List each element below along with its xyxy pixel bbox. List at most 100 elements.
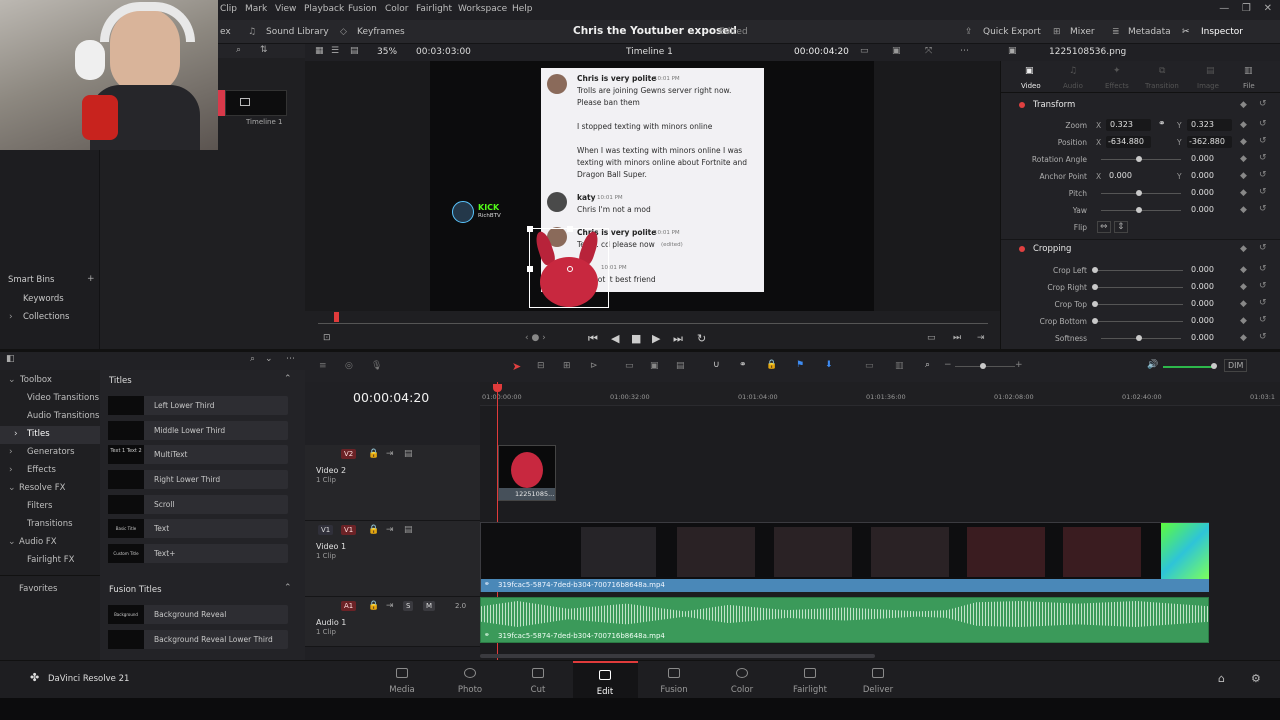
zoom-in-icon[interactable]: +	[1015, 360, 1023, 370]
lock-icon[interactable]: 🔒	[368, 525, 379, 535]
resize-handle[interactable]	[567, 226, 573, 232]
sort-icon[interactable]: ⇅	[260, 45, 268, 55]
v2-track-tag[interactable]: V2	[341, 449, 357, 459]
transitions-item[interactable]: Transitions	[27, 519, 73, 529]
a1-track-tag[interactable]: A1	[341, 601, 357, 611]
anchor-x-value[interactable]: 0.000	[1109, 171, 1132, 180]
softness-value[interactable]: 0.000	[1191, 333, 1214, 342]
reset-icon[interactable]: ↺	[1259, 136, 1267, 146]
blade-tool-icon[interactable]: ⊳	[590, 361, 598, 371]
audio-fx-item[interactable]: Audio FX	[19, 537, 57, 547]
last-frame-icon[interactable]: ⇥	[977, 333, 985, 343]
auto-select-icon[interactable]: ⇥	[386, 449, 394, 459]
crop-left-slider[interactable]	[1098, 270, 1183, 271]
menu-color[interactable]: Color	[385, 4, 409, 14]
collections-bin[interactable]: Collections	[23, 312, 69, 322]
trim-tool-icon[interactable]: ⊟	[537, 361, 545, 371]
more-options-icon[interactable]: ⋯	[960, 46, 969, 56]
overwrite-clip-icon[interactable]: ▣	[650, 361, 659, 371]
generators-item[interactable]: Generators	[27, 447, 75, 457]
window-controls[interactable]: — ❐ ✕	[1219, 3, 1272, 14]
linked-selection-icon[interactable]: ⚭	[739, 360, 747, 370]
keyframe-icon[interactable]: ◆	[1240, 244, 1247, 254]
keyframe-icon[interactable]: ◆	[1240, 265, 1247, 275]
selection-bounding-box[interactable]	[527, 226, 609, 308]
cropping-section-title[interactable]: Cropping	[1033, 244, 1071, 254]
play-icon[interactable]: ▶	[652, 332, 660, 345]
inspector-tab[interactable]: Inspector	[1201, 27, 1243, 37]
keyframe-icon[interactable]: ◆	[1240, 171, 1247, 181]
transform-overlay-icon[interactable]: ⤧	[925, 46, 932, 56]
filters-item[interactable]: Filters	[27, 501, 52, 511]
title-item[interactable]: Scroll	[108, 495, 288, 514]
tab-audio[interactable]: Audio	[1063, 82, 1083, 90]
keyframe-icon[interactable]: ◆	[1240, 100, 1247, 110]
mic-icon[interactable]: 🎙	[371, 361, 382, 371]
fusion-title-item[interactable]: Background Reveal Lower Third	[108, 630, 288, 649]
zoom-full-icon[interactable]: ▭	[865, 361, 874, 371]
image-tab-icon[interactable]: ▤	[1206, 66, 1215, 76]
titles-item[interactable]: Titles	[27, 429, 50, 439]
effects-tab-icon[interactable]: ✦	[1113, 66, 1121, 76]
zoom-search-icon[interactable]: ⌕	[925, 360, 930, 370]
v1-source-tag[interactable]: V1	[318, 525, 334, 535]
crop-tool-icon[interactable]: ⊡	[323, 333, 331, 343]
menu-workspace[interactable]: Workspace	[458, 4, 507, 14]
dynamic-trim-icon[interactable]: ⊞	[563, 361, 571, 371]
playhead-handle[interactable]	[493, 384, 502, 392]
viewer-layout-icon[interactable]: ▭	[860, 46, 869, 56]
audio-transitions-item[interactable]: Audio Transitions	[27, 411, 99, 421]
reverse-icon[interactable]: ◀	[611, 332, 619, 345]
crop-top-slider[interactable]	[1098, 304, 1183, 305]
keyframe-icon[interactable]: ◆	[1240, 299, 1247, 309]
mute-button[interactable]: M	[423, 601, 436, 611]
page-fusion[interactable]: Fusion	[644, 661, 704, 699]
flip-horizontal-icon[interactable]: ⇔	[1097, 221, 1111, 233]
solo-button[interactable]: S	[403, 601, 414, 611]
reset-icon[interactable]: ↺	[1259, 99, 1267, 109]
transition-tab-icon[interactable]: ⧉	[1159, 66, 1165, 76]
page-edit[interactable]: Edit	[573, 661, 638, 699]
auto-select-icon[interactable]: ⇥	[386, 525, 394, 535]
volume-slider[interactable]	[1163, 366, 1213, 368]
more-options-icon[interactable]: ⋯	[286, 354, 295, 364]
title-item[interactable]: Basic Title Text	[108, 519, 288, 538]
search-icon[interactable]: ⌕	[236, 45, 241, 55]
fairlight-fx-item[interactable]: Fairlight FX	[27, 555, 74, 565]
menu-playback[interactable]: Playback	[304, 4, 344, 14]
video-tab-icon[interactable]: ▣	[1025, 66, 1034, 76]
video-clip[interactable]: ⚭ 319fcac5-5874-7ded-b304-700716b8648a.m…	[480, 522, 1209, 592]
timeline-area[interactable]: 01:00:00:00 01:00:32:00 01:01:04:00 01:0…	[480, 382, 1280, 660]
favorites-item[interactable]: Favorites	[19, 584, 57, 594]
add-smart-bin-icon[interactable]: +	[87, 274, 95, 284]
panel-toggle-icon[interactable]: ◧	[6, 354, 15, 364]
reset-icon[interactable]: ↺	[1259, 204, 1267, 214]
title-item[interactable]: Text 1 Text 2 MultiText	[108, 445, 288, 464]
menu-mark[interactable]: Mark	[245, 4, 267, 14]
reset-icon[interactable]: ↺	[1259, 119, 1267, 129]
reset-icon[interactable]: ↺	[1259, 170, 1267, 180]
v1-track-tag[interactable]: V1	[341, 525, 357, 535]
insert-clip-icon[interactable]: ▭	[625, 361, 634, 371]
softness-slider-handle[interactable]	[1136, 335, 1142, 341]
replace-clip-icon[interactable]: ▤	[676, 361, 685, 371]
crop-right-value[interactable]: 0.000	[1191, 282, 1214, 291]
pitch-slider-handle[interactable]	[1136, 190, 1142, 196]
volume-handle[interactable]	[1211, 363, 1217, 369]
home-icon[interactable]: ⌂	[1218, 672, 1225, 685]
collapse-icon[interactable]: ⌃	[284, 374, 292, 384]
audio-tab-icon[interactable]: ♫	[1069, 66, 1077, 76]
timeline-thumbnail[interactable]	[225, 90, 287, 116]
yaw-value[interactable]: 0.000	[1191, 205, 1214, 214]
stop-icon[interactable]: ■	[631, 332, 641, 345]
keyframe-icon[interactable]: ◆	[1240, 137, 1247, 147]
disable-track-icon[interactable]: ▤	[404, 525, 413, 535]
menu-fairlight[interactable]: Fairlight	[416, 4, 452, 14]
position-lock-icon[interactable]: 🔒	[766, 360, 777, 370]
quick-export-button[interactable]: Quick Export	[983, 27, 1041, 37]
volume-icon[interactable]: 🔊	[1147, 360, 1158, 370]
lock-icon[interactable]: 🔒	[368, 449, 379, 459]
rotation-value[interactable]: 0.000	[1191, 154, 1214, 163]
chevron-down-icon[interactable]: ⌄	[265, 354, 273, 364]
timeline-ruler[interactable]: 01:00:00:00 01:00:32:00 01:01:04:00 01:0…	[480, 382, 1280, 406]
